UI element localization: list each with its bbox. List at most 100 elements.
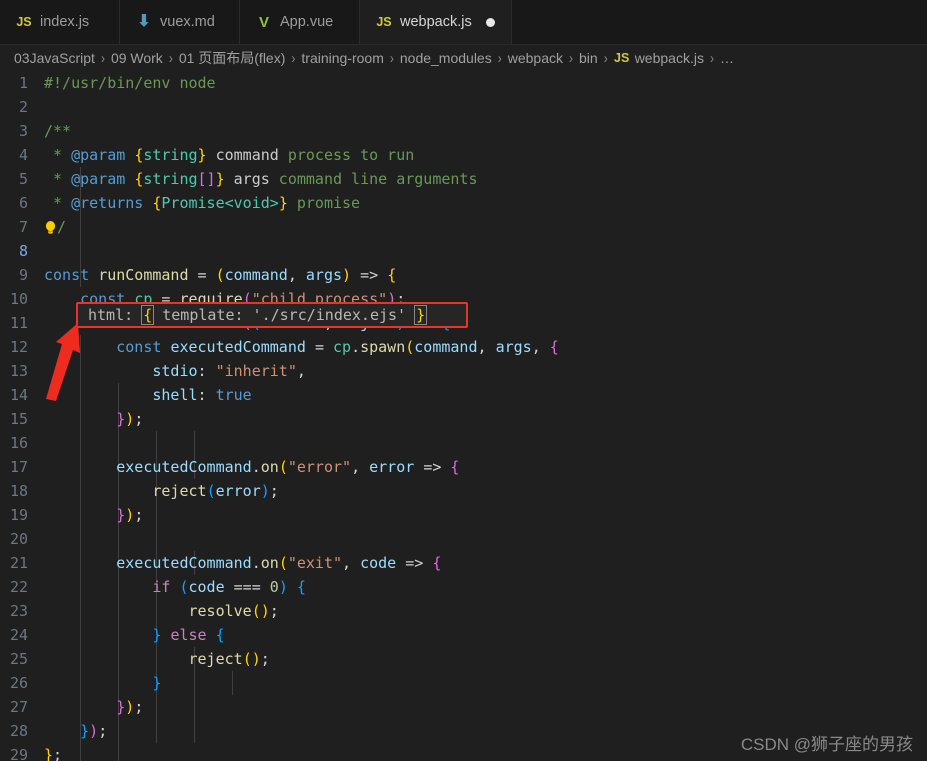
code-line[interactable]: 18 reject(error); [0, 479, 927, 503]
line-content: executedCommand.on("exit", code => { [116, 554, 442, 572]
line-number: 28 [9, 722, 28, 740]
line-content: const executedCommand = cp.spawn(command… [116, 338, 559, 356]
code-line[interactable]: 15 }); [0, 407, 927, 431]
breadcrumb-item-page-layout-flex[interactable]: 01 页面布局(flex) [179, 48, 286, 68]
line-number: 26 [9, 674, 28, 692]
line-content: }); [116, 410, 144, 428]
snippet-code-text: html: { template: './src/index.ejs' } [88, 304, 428, 326]
line-content: reject(error); [152, 482, 279, 500]
line-content: /** [44, 122, 72, 140]
line-content: if (code === 0) { [152, 578, 306, 596]
code-line[interactable]: 20 [0, 527, 927, 551]
line-number: 10 [9, 290, 28, 308]
lightbulb-quickfix-icon[interactable] [44, 220, 57, 235]
chevron-right-icon: › [100, 49, 105, 67]
csdn-watermark: CSDN @狮子座的男孩 [740, 735, 913, 754]
code-line[interactable]: 14 shell: true [0, 383, 927, 407]
breadcrumb: 03JavaScript › 09 Work › 01 页面布局(flex) ›… [0, 45, 927, 71]
line-content: * @param {string} command process to run [44, 146, 415, 164]
line-number: 24 [9, 626, 28, 644]
code-line[interactable]: 16 [0, 431, 927, 455]
line-content: #!/usr/bin/env node [44, 74, 216, 92]
code-line[interactable]: 4 * @param {string} command process to r… [0, 143, 927, 167]
line-content: } [152, 674, 162, 692]
line-number: 4 [18, 146, 28, 164]
code-line[interactable]: 13 stdio: "inherit", [0, 359, 927, 383]
line-number: 6 [18, 194, 28, 212]
unsaved-changes-dot[interactable] [485, 17, 495, 27]
tab-app-vue[interactable]: V App.vue [240, 0, 360, 44]
line-number: 17 [9, 458, 28, 476]
breadcrumb-item-overflow[interactable]: … [720, 50, 734, 66]
code-line[interactable]: 6 * @returns {Promise<void>} promise [0, 191, 927, 215]
line-number: 22 [9, 578, 28, 596]
code-line[interactable]: 23 resolve(); [0, 599, 927, 623]
code-line[interactable]: 12 const executedCommand = cp.spawn(comm… [0, 335, 927, 359]
breadcrumb-item-webpack[interactable]: webpack [508, 50, 563, 66]
line-number: 27 [9, 698, 28, 716]
code-editor[interactable]: 1 #!/usr/bin/env node 2 3 /** 4 * @param… [0, 71, 927, 761]
code-line[interactable]: 3 /** [0, 119, 927, 143]
code-line[interactable]: 2 [0, 95, 927, 119]
line-content: reject(); [188, 650, 270, 668]
line-content: resolve(); [188, 602, 279, 620]
line-content [44, 95, 927, 119]
line-number: 8 [18, 242, 28, 260]
code-line[interactable]: 5 * @param {string[]} args command line … [0, 167, 927, 191]
line-number: 25 [9, 650, 28, 668]
code-line[interactable]: 17 executedCommand.on("error", error => … [0, 455, 927, 479]
line-number: 5 [18, 170, 28, 188]
code-line[interactable]: 8 [0, 239, 927, 263]
chevron-right-icon: › [709, 49, 714, 67]
line-number: 2 [18, 98, 28, 116]
code-line[interactable]: 21 executedCommand.on("exit", code => { [0, 551, 927, 575]
tab-label: index.js [40, 14, 90, 30]
snippet-key: html: [88, 306, 143, 324]
code-line[interactable]: 19 }); [0, 503, 927, 527]
breadcrumb-item-03javascript[interactable]: 03JavaScript [14, 50, 95, 66]
code-line[interactable]: 1 #!/usr/bin/env node [0, 71, 927, 95]
line-number: 3 [18, 122, 28, 140]
tab-label: webpack.js [400, 14, 472, 30]
line-number: 16 [9, 434, 28, 452]
breadcrumb-item-bin[interactable]: bin [579, 50, 598, 66]
line-content: }); [116, 506, 144, 524]
code-line[interactable]: 7 / [0, 215, 927, 239]
breadcrumb-item-09-work[interactable]: 09 Work [111, 50, 163, 66]
chevron-right-icon: › [389, 49, 394, 67]
code-line[interactable]: 22 if (code === 0) { [0, 575, 927, 599]
line-content [44, 431, 927, 455]
code-line[interactable]: 9 const runCommand = (command, args) => … [0, 263, 927, 287]
code-line[interactable]: 27 }); [0, 695, 927, 719]
line-content: } else { [152, 626, 225, 644]
breadcrumb-item-training-room[interactable]: training-room [301, 50, 383, 66]
code-lines: 1 #!/usr/bin/env node 2 3 /** 4 * @param… [0, 71, 927, 761]
breadcrumb-item-webpack-js[interactable]: JS webpack.js [614, 50, 704, 66]
code-line[interactable]: 26 } [0, 671, 927, 695]
code-line[interactable]: 25 reject(); [0, 647, 927, 671]
vscode-window: JS index.js ⬇ vuex.md V App.vue JS webpa… [0, 0, 927, 761]
tab-webpack-js[interactable]: JS webpack.js [360, 0, 512, 44]
js-file-icon: JS [376, 14, 392, 29]
tab-vuex-md[interactable]: ⬇ vuex.md [120, 0, 240, 44]
chevron-right-icon: › [168, 49, 173, 67]
tab-index-js[interactable]: JS index.js [0, 0, 120, 44]
vue-file-icon: V [258, 13, 269, 31]
line-content [44, 527, 927, 551]
line-content: const runCommand = (command, args) => { [44, 266, 397, 284]
chevron-right-icon: › [291, 49, 296, 67]
snippet-close-brace: } [414, 305, 428, 325]
chevron-right-icon: › [603, 49, 608, 67]
chevron-right-icon: › [569, 49, 573, 67]
line-content: shell: true [152, 386, 252, 404]
line-number: 23 [9, 602, 28, 620]
line-content: / [44, 215, 927, 239]
tab-label: App.vue [280, 14, 334, 30]
line-number: 20 [9, 530, 28, 548]
code-line[interactable]: 24 } else { [0, 623, 927, 647]
line-content: * @param {string[]} args command line ar… [44, 170, 478, 188]
line-number: 12 [9, 338, 28, 356]
breadcrumb-item-node-modules[interactable]: node_modules [400, 50, 492, 66]
annotation-highlight-box: html: { template: './src/index.ejs' } [76, 302, 468, 328]
line-number: 18 [9, 482, 28, 500]
